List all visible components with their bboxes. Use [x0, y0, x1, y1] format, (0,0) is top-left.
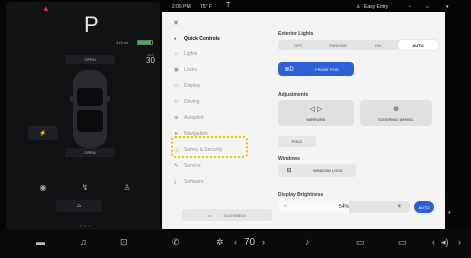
- steering-icon: ⊕: [174, 115, 179, 121]
- alert-icon: ▲: [42, 4, 50, 13]
- exterior-lights-title: Exterior Lights: [278, 31, 314, 37]
- window-lock-button[interactable]: ⊟ WINDOW LOCK: [278, 164, 356, 177]
- mirrors-button[interactable]: ◁ ▷ MIRRORS: [278, 100, 354, 126]
- defrost-icon[interactable]: ▭: [356, 238, 365, 247]
- close-icon[interactable]: ✕: [173, 19, 179, 27]
- lte-icon: ▾: [446, 4, 449, 10]
- volume-down-icon[interactable]: ‹: [432, 238, 435, 247]
- mirror-icon: ◁ ▷: [309, 105, 323, 113]
- steering-wheel-button[interactable]: ⊕ STEERING WHEEL: [360, 100, 432, 126]
- highlight-box: [171, 136, 248, 158]
- mirrors-label: MIRRORS: [306, 116, 326, 122]
- lights-option-parking[interactable]: PARKING: [318, 40, 358, 50]
- display-icon: ▭: [174, 83, 179, 89]
- menu-item-label: Software: [184, 179, 204, 185]
- trunk-open-button[interactable]: OPEN: [65, 148, 115, 157]
- menu-item-label: Service: [184, 163, 201, 169]
- tire-pressure-icon[interactable]: ◉: [36, 180, 50, 194]
- battery-icon: [137, 40, 153, 45]
- speed-limit-value: 30: [146, 56, 155, 65]
- menu-item-label: Lights: [184, 51, 198, 57]
- car-icon[interactable]: ▬: [36, 238, 45, 247]
- menu-item-display[interactable]: ▭ Display: [171, 79, 251, 93]
- menu-item-label: Driving: [184, 99, 200, 105]
- gear-indicator: P: [84, 12, 99, 37]
- wiper-button[interactable]: ⌓: [56, 200, 102, 212]
- fog-light-icon: ≣D: [284, 66, 294, 73]
- outside-temperature: 75° F: [200, 4, 213, 10]
- menu-item-quick-controls[interactable]: ◐ Quick Controls: [171, 32, 251, 46]
- car-icon: ⚇: [174, 99, 179, 105]
- menu-item-software[interactable]: ⤓ Software: [171, 175, 251, 189]
- fold-mirrors-button[interactable]: FOLD: [278, 136, 316, 147]
- person-icon: ♙: [356, 4, 361, 10]
- glovebox-label: GLOVEBOX: [223, 212, 246, 218]
- phone-icon[interactable]: ✆: [172, 238, 180, 247]
- windows-title: Windows: [278, 156, 300, 162]
- climate-temperature[interactable]: 70: [244, 238, 255, 248]
- glovebox-button[interactable]: ▭ GLOVEBOX: [182, 209, 272, 221]
- window-lock-label: WINDOW LOCK: [313, 168, 343, 173]
- brightness-slider[interactable]: ☼ 54% ☀: [278, 201, 410, 213]
- music-icon[interactable]: ♫: [80, 238, 87, 247]
- bottom-dock: ▬ ♫ ⊡ ✆ ✲ ‹ 70 › ♪ ▭ ▭ ‹ ◂) ›: [0, 231, 471, 258]
- lights-option-auto[interactable]: AUTO: [398, 40, 438, 50]
- wrench-icon: ✎: [174, 163, 179, 169]
- brightness-high-icon: ☀: [396, 204, 402, 210]
- bolt-icon: ⚡: [39, 130, 47, 137]
- menu-item-label: Locks: [184, 67, 198, 73]
- speed-limit-sign: MAX 30: [146, 54, 155, 65]
- frunk-open-button[interactable]: OPEN: [65, 55, 115, 64]
- volume-up-icon[interactable]: ›: [458, 238, 461, 247]
- time: 2:05 PM: [172, 4, 191, 10]
- signal-icon: ◔: [408, 4, 412, 10]
- app-icon[interactable]: ⊡: [120, 238, 128, 247]
- scroll-indicator: ▾: [448, 210, 451, 216]
- temp-up-icon[interactable]: ›: [262, 238, 265, 247]
- rear-defrost-icon[interactable]: ▭: [398, 238, 407, 247]
- glovebox-icon: ▭: [207, 212, 212, 218]
- steering-wheel-icon: ⊕: [393, 105, 399, 113]
- car-top-view: [70, 70, 110, 148]
- exterior-lights-selector[interactable]: OFF PARKING ON AUTO: [278, 40, 438, 50]
- download-icon: ⤓: [174, 179, 177, 185]
- menu-item-driving[interactable]: ⚇ Driving: [171, 95, 251, 109]
- tesla-logo-icon[interactable]: T: [226, 2, 230, 9]
- menu-item-label: Quick Controls: [184, 36, 220, 42]
- lock-icon: ▣: [174, 67, 179, 73]
- display-brightness-title: Display Brightness: [278, 192, 324, 198]
- charge-port-button[interactable]: ⚡: [28, 126, 58, 140]
- menu-item-autopilot[interactable]: ⊕ Autopilot: [171, 111, 251, 125]
- car-icon: ◐: [174, 36, 178, 42]
- menu-item-locks[interactable]: ▣ Locks: [171, 63, 251, 77]
- wiper-icon: ⌓: [76, 202, 82, 209]
- menu-item-label: Display: [184, 83, 201, 89]
- menu-item-lights[interactable]: ☼ Lights: [171, 47, 251, 61]
- headlight-icon[interactable]: ↯: [78, 180, 92, 194]
- menu-item-label: Autopilot: [184, 115, 204, 121]
- adjustments-title: Adjustments: [278, 92, 309, 98]
- auto-brightness-button[interactable]: AUTO: [414, 201, 434, 213]
- battery-fill: [138, 41, 151, 44]
- controls-panel: ✕ ◐ Quick Controls ☼ Lights ▣ Locks ▭ Di…: [162, 12, 445, 229]
- profile-name[interactable]: Easy Entry: [364, 4, 388, 10]
- steering-wheel-label: STEERING WHEEL: [378, 116, 414, 122]
- lights-option-off[interactable]: OFF: [278, 40, 318, 50]
- lights-option-on[interactable]: ON: [358, 40, 398, 50]
- menu-item-service[interactable]: ✎ Service: [171, 159, 251, 173]
- front-fog-button[interactable]: ≣D FRONT FOG: [278, 62, 354, 76]
- brightness-value: 54%: [338, 204, 349, 210]
- seatbelt-icon[interactable]: ♙: [120, 180, 134, 194]
- front-fog-label: FRONT FOG: [315, 66, 339, 72]
- seat-heater-icon[interactable]: ♪: [305, 238, 310, 247]
- range-readout: 315 mi: [116, 40, 129, 45]
- window-lock-icon: ⊟: [286, 168, 292, 174]
- home-icon[interactable]: ⌂: [426, 4, 429, 10]
- vehicle-panel: ▲ P 315 mi MAX 30 OPEN ⚡ OPEN ◉ ↯ ♙ ⌓ • …: [6, 2, 160, 230]
- page-dots: • • •: [80, 223, 92, 228]
- temp-down-icon[interactable]: ‹: [234, 238, 237, 247]
- fan-icon[interactable]: ✲: [216, 238, 224, 247]
- bulb-icon: ☼: [174, 51, 179, 57]
- volume-icon[interactable]: ◂): [441, 238, 449, 247]
